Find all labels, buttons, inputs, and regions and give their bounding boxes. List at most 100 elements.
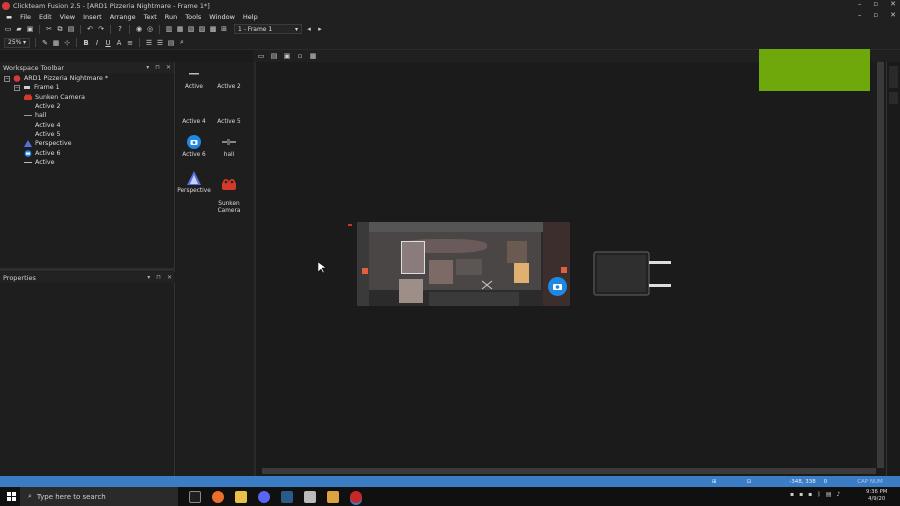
file-explorer-icon[interactable] (235, 490, 247, 503)
help-icon[interactable]: ? (116, 25, 124, 33)
office-room-backdrop[interactable] (357, 222, 570, 306)
menu-view[interactable]: View (60, 13, 75, 21)
task-view-icon[interactable] (189, 490, 201, 503)
frame-nav-icon[interactable]: ⊞ (220, 25, 228, 33)
taskbar-search[interactable]: ⌕ Type here to search (20, 487, 178, 506)
run-frame-icon[interactable]: ◎ (146, 25, 154, 33)
tree-item[interactable]: Active 5 (0, 130, 174, 139)
steam-icon[interactable] (281, 490, 293, 503)
save-icon[interactable]: ▣ (26, 25, 34, 33)
menu-text[interactable]: Text (144, 13, 157, 21)
menu-file[interactable]: File (20, 13, 31, 21)
italic-icon[interactable]: I (93, 39, 101, 47)
frame-tool-icon[interactable]: ▦ (309, 52, 317, 60)
tray-app-icon[interactable]: ▪ (808, 491, 812, 498)
close-icon[interactable]: ✕ (167, 274, 172, 281)
mdi-restore-button[interactable]: ▫ (873, 11, 878, 19)
frame-tool-icon[interactable]: ▫ (296, 52, 304, 60)
object-perspective[interactable]: Perspective (177, 170, 211, 195)
frame-tool-icon[interactable]: ▭ (257, 52, 265, 60)
minimize-button[interactable]: – (858, 0, 862, 8)
storyboard-icon[interactable]: ▥ (165, 25, 173, 33)
event-editor-icon[interactable]: ▧ (187, 25, 195, 33)
tree-collapse-icon[interactable]: − (14, 84, 20, 91)
object-active[interactable]: Active (177, 66, 211, 91)
left-door-button[interactable] (362, 268, 368, 274)
bluetooth-icon[interactable]: ᛒ (817, 491, 821, 498)
align-right-icon[interactable]: ☰ (156, 39, 164, 47)
bold-icon[interactable]: B (82, 39, 90, 47)
tree-item[interactable]: Sunken Camera (0, 93, 174, 102)
panel-divider[interactable] (0, 268, 175, 271)
mdi-close-button[interactable]: ✕ (890, 11, 896, 19)
frame-tool-icon[interactable]: ▤ (270, 52, 278, 60)
menu-edit[interactable]: Edit (39, 13, 52, 21)
tray-app-icon[interactable]: ▪ (799, 491, 803, 498)
layout-icon[interactable]: ▤ (167, 39, 175, 47)
close-button[interactable]: ✕ (890, 0, 896, 8)
tree-item[interactable]: hall (0, 111, 174, 120)
tree-item[interactable]: Active 2 (0, 102, 174, 111)
tree-item[interactable]: Active (0, 158, 174, 167)
open-folder-icon[interactable]: ▰ (15, 25, 23, 33)
clock[interactable]: 9:36 PM 4/9/20 (866, 489, 887, 503)
copy-icon[interactable]: ⧉ (56, 25, 64, 33)
pin-icon[interactable]: ⊓ (156, 274, 161, 281)
firefox-icon[interactable] (212, 490, 224, 503)
tray-app-icon[interactable]: ▪ (790, 491, 794, 498)
green-active-object[interactable] (759, 49, 870, 91)
cut-icon[interactable]: ✂ (45, 25, 53, 33)
frame-editor-icon[interactable]: ▦ (176, 25, 184, 33)
system-menu-icon[interactable]: ▬ (6, 13, 12, 21)
font-color-icon[interactable]: A (115, 39, 123, 47)
undo-icon[interactable]: ↶ (86, 25, 94, 33)
menu-window[interactable]: Window (209, 13, 235, 21)
volume-icon[interactable]: ♪ (837, 491, 841, 498)
tree-collapse-icon[interactable]: − (4, 75, 10, 82)
pin-icon[interactable]: ⊓ (155, 64, 160, 71)
menu-run[interactable]: Run (165, 13, 177, 21)
menu-help[interactable]: Help (243, 13, 258, 21)
zoom-select[interactable]: 25% ▾ (4, 37, 30, 48)
menu-tools[interactable]: Tools (185, 13, 201, 21)
object-active-2[interactable]: Active 2 (212, 66, 246, 91)
redo-icon[interactable]: ↷ (97, 25, 105, 33)
pencil-icon[interactable]: ✎ (41, 39, 49, 47)
tree-item[interactable]: − ARD1 Pizzeria Nightmare * (0, 74, 174, 83)
snap-icon[interactable]: ⊹ (63, 39, 71, 47)
app-icon[interactable] (304, 490, 316, 503)
dock-tab[interactable] (889, 92, 898, 104)
align-center-icon[interactable]: ☰ (145, 39, 153, 47)
align-icon[interactable]: ≡ (126, 39, 134, 47)
vertical-scrollbar[interactable] (877, 62, 884, 468)
dock-tab[interactable] (889, 66, 898, 88)
windows-start-icon[interactable] (7, 492, 16, 503)
tree-item[interactable]: Perspective (0, 139, 174, 148)
horizontal-scrollbar[interactable] (262, 468, 876, 474)
underline-icon[interactable]: U (104, 39, 112, 47)
run-application-icon[interactable]: ◉ (135, 25, 143, 33)
panel-menu-icon[interactable]: ▾ (146, 64, 149, 71)
object-hall[interactable]: hall (212, 134, 246, 159)
object-active-6[interactable]: Active 6 (177, 134, 211, 159)
discord-icon[interactable] (258, 490, 270, 503)
object-active-5[interactable]: Active 5 (212, 101, 246, 126)
network-icon[interactable]: ▤ (826, 491, 832, 498)
next-frame-icon[interactable]: ▸ (316, 25, 324, 33)
object-sunken-camera[interactable]: Sunken Camera (212, 170, 246, 214)
object-active-4[interactable]: Active 4 (177, 101, 211, 126)
tree-item[interactable]: Active 4 (0, 120, 174, 129)
hall-object[interactable] (593, 251, 673, 297)
right-dock-strip[interactable] (886, 62, 900, 476)
app-icon[interactable] (327, 490, 339, 503)
mdi-minimize-button[interactable]: – (858, 11, 862, 19)
frame-editor-canvas[interactable] (258, 49, 886, 476)
close-icon[interactable]: ✕ (166, 64, 171, 71)
data-elements-icon[interactable]: ▩ (209, 25, 217, 33)
prev-frame-icon[interactable]: ◂ (305, 25, 313, 33)
frame-tool-icon[interactable]: ▣ (283, 52, 291, 60)
tree-item[interactable]: − Frame 1 (0, 83, 174, 92)
menu-arrange[interactable]: Arrange (110, 13, 136, 21)
zoom-icon[interactable]: ⌕ (178, 38, 186, 47)
object-marker[interactable] (348, 224, 352, 226)
